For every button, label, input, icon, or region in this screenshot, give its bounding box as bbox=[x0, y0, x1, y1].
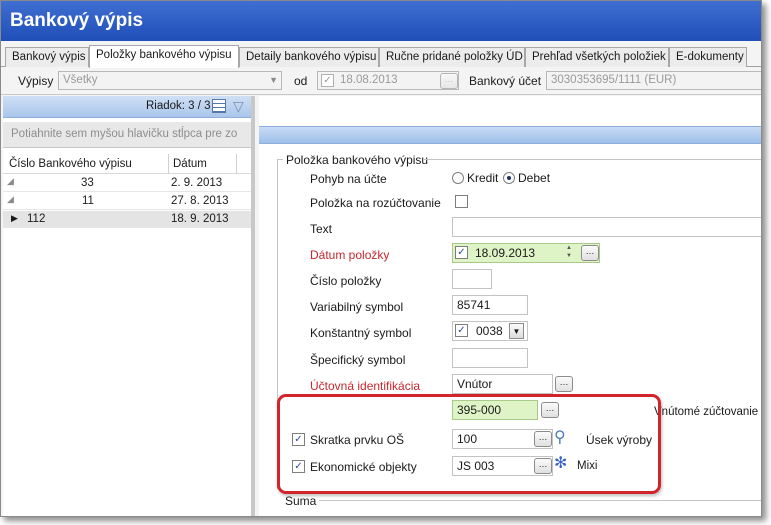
tab-bankovy-vypis[interactable]: Bankový výpis bbox=[5, 47, 89, 67]
application-window: Bankový výpis Bankový výpis Položky bank… bbox=[0, 0, 762, 517]
debet-label: Debet bbox=[518, 171, 551, 185]
chevron-down-icon[interactable]: ▼ bbox=[509, 323, 524, 339]
row-date: 27. 8. 2013 bbox=[171, 195, 229, 207]
konstantny-value: 0038 bbox=[476, 324, 503, 338]
variabilny-label: Variabilný symbol bbox=[310, 300, 404, 314]
specificky-label: Špecifický symbol bbox=[310, 353, 406, 367]
grid-icon[interactable] bbox=[212, 99, 226, 113]
debet-radio[interactable] bbox=[503, 172, 515, 184]
chevron-down-icon: ▼ bbox=[269, 75, 278, 85]
row-date: 18. 9. 2013 bbox=[171, 213, 229, 225]
highlight-frame bbox=[277, 394, 661, 494]
vypisy-value: Všetky bbox=[63, 74, 98, 86]
od-date-field[interactable]: ✓ 18.08.2013 … bbox=[317, 71, 459, 90]
konstantny-label: Konštantný symbol bbox=[310, 326, 412, 340]
filter-icon[interactable]: ▽ bbox=[233, 98, 244, 115]
suma-label: Suma bbox=[285, 494, 317, 508]
datum-checkbox[interactable]: ✓ bbox=[455, 246, 468, 259]
vnutorne-label: Vnútomé zúčtovanie bbox=[654, 406, 759, 418]
datum-dots-button[interactable]: … bbox=[581, 245, 599, 261]
pohyb-label: Pohyb na účte bbox=[310, 172, 387, 186]
kredit-radio[interactable] bbox=[452, 172, 464, 184]
row-pointer-icon: ▶ bbox=[11, 213, 18, 223]
specificky-input[interactable] bbox=[452, 348, 528, 368]
section-title: Položka bankového výpisu bbox=[286, 153, 429, 167]
tab-rucne-pridane-polozky[interactable]: Ručne pridané položky ÚD bbox=[379, 47, 525, 67]
row-counter: Riadok: 3 / 3 bbox=[146, 100, 211, 112]
tab-strip: Bankový výpis Položky bankového výpisu D… bbox=[1, 45, 761, 68]
od-checkbox[interactable]: ✓ bbox=[321, 74, 334, 87]
column-header-cislo[interactable]: Číslo Bankového výpisu bbox=[9, 158, 132, 170]
kredit-label: Kredit bbox=[467, 171, 499, 185]
uctovna-dots-button[interactable]: … bbox=[555, 376, 573, 392]
tab-detaily-bankoveho-vypisu[interactable]: Detaily bankového výpisu bbox=[239, 47, 379, 67]
bankovy-ucet-label: Bankový účet bbox=[469, 74, 542, 88]
detail-header-bar bbox=[259, 126, 761, 144]
group-by-panel[interactable]: Potiahnite sem myšou hlavičku stĺpca pre… bbox=[3, 122, 251, 148]
grid-header-row: Číslo Bankového výpisu Dátum bbox=[3, 154, 251, 174]
list-header: Riadok: 3 / 3 ▽ bbox=[3, 96, 251, 118]
row-number: 33 bbox=[81, 177, 94, 189]
statement-list-pane: Riadok: 3 / 3 ▽ Potiahnite sem myšou hla… bbox=[3, 96, 255, 516]
tab-e-dokumenty[interactable]: E-dokumenty bbox=[669, 47, 747, 67]
uctovna-input[interactable]: Vnútor bbox=[452, 374, 553, 394]
datum-spinner[interactable]: ▲ ▼ bbox=[563, 244, 575, 262]
tab-polozky-bankoveho-vypisu[interactable]: Položky bankového výpisu bbox=[89, 45, 239, 68]
window-title: Bankový výpis bbox=[1, 1, 761, 41]
od-value: 18.08.2013 bbox=[340, 74, 398, 86]
uctovna-label: Účtovná identifikácia bbox=[310, 379, 421, 393]
vypisy-combo[interactable]: Všetky ▼ bbox=[58, 71, 282, 90]
filter-toolbar: Výpisy Všetky ▼ od ✓ 18.08.2013 … Bankov… bbox=[1, 68, 761, 95]
tab-prehlad-vsetkych-poloziek[interactable]: Prehľad všetkých položiek bbox=[525, 47, 669, 67]
datum-field[interactable]: ✓ 18.09.2013 ▲ ▼ bbox=[452, 243, 600, 263]
table-row[interactable]: ▶ 112 18. 9. 2013 bbox=[3, 211, 251, 228]
rozuctovanie-checkbox[interactable] bbox=[455, 195, 468, 208]
row-date: 2. 9. 2013 bbox=[171, 177, 223, 189]
datum-label: Dátum položky bbox=[310, 248, 390, 262]
table-row[interactable]: ◢ 11 27. 8. 2013 bbox=[3, 193, 251, 210]
column-header-datum[interactable]: Dátum bbox=[173, 158, 207, 170]
bankovy-ucet-value: 3030353695/1111 (EUR) bbox=[551, 74, 677, 86]
table-row[interactable]: ◢ 33 2. 9. 2013 bbox=[3, 175, 251, 192]
rozuctovanie-label: Položka na rozúčtovanie bbox=[310, 196, 441, 210]
text-input[interactable] bbox=[452, 217, 761, 237]
row-number: 11 bbox=[82, 195, 94, 207]
bankovy-ucet-combo[interactable]: 3030353695/1111 (EUR) bbox=[546, 71, 761, 90]
cislo-label: Číslo položky bbox=[310, 274, 382, 288]
konstantny-checkbox[interactable]: ✓ bbox=[455, 324, 468, 337]
text-label: Text bbox=[310, 222, 333, 236]
od-label: od bbox=[294, 74, 308, 88]
vypisy-label: Výpisy bbox=[18, 74, 54, 88]
variabilny-input[interactable]: 85741 bbox=[452, 295, 528, 315]
row-number: 112 bbox=[27, 213, 46, 225]
od-dots-button[interactable]: … bbox=[440, 73, 458, 89]
datum-value: 18.09.2013 bbox=[475, 246, 536, 260]
konstantny-combo[interactable]: ✓ 0038 ▼ bbox=[452, 321, 528, 341]
cislo-input[interactable] bbox=[452, 269, 492, 289]
